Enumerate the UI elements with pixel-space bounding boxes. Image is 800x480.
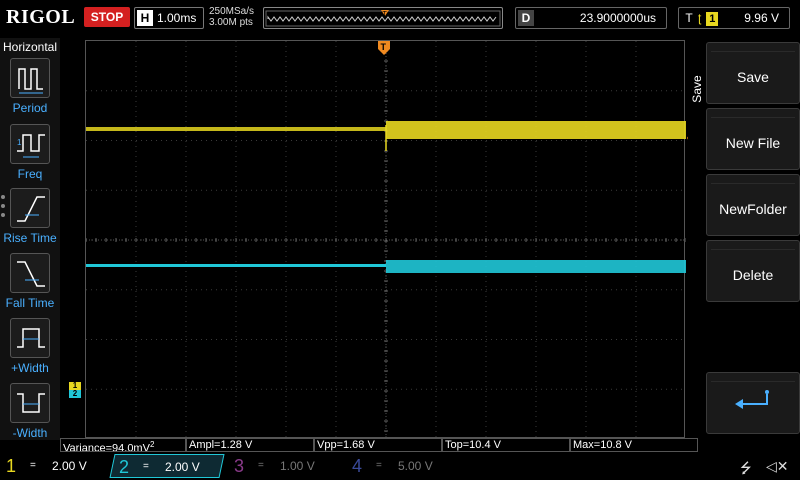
channel-2-number: 2 — [119, 457, 130, 477]
svg-text:T: T — [381, 42, 387, 52]
measure-positive-width[interactable]: +Width — [0, 318, 60, 375]
negative-width-icon — [10, 383, 50, 423]
variance-measurement[interactable]: Variance=94.0mV2 — [60, 438, 186, 452]
sample-rate: 250MSa/s — [209, 6, 255, 17]
positive-width-label: +Width — [11, 361, 49, 375]
measure-period[interactable]: Period — [0, 58, 60, 115]
measure-menu: Horizontal Period 1 Freq Rise Time Fall … — [0, 38, 60, 440]
period-icon — [10, 58, 50, 98]
return-arrow-icon — [735, 390, 769, 409]
overview-trace-icon: T — [265, 10, 501, 27]
measure-negative-width[interactable]: -Width — [0, 383, 60, 440]
waveform-overview-bar: T — [263, 7, 503, 29]
dc-coupling-icon: = — [30, 460, 36, 471]
channel-3-settings[interactable]: 3 = 1.00 V — [228, 454, 338, 478]
save-button[interactable]: Save — [706, 42, 800, 104]
svg-text:1: 1 — [17, 138, 22, 147]
svg-text:T: T — [383, 11, 388, 18]
channel-2-settings[interactable]: 2 = 2.00 V — [109, 454, 225, 478]
channel-2-scale: 2.00 V — [165, 460, 200, 474]
trigger-key: T — [685, 11, 693, 25]
memory-depth: 3.00M pts — [209, 17, 253, 28]
channel-ground-markers: 1 2 — [69, 382, 81, 398]
back-button[interactable] — [706, 372, 800, 434]
brand-logo: RIGOL — [6, 6, 76, 28]
timebase-value: 1.00ms — [157, 11, 197, 25]
channel-3-number: 3 — [234, 456, 245, 476]
dc-coupling-icon: = — [376, 460, 382, 471]
rise-time-icon — [10, 188, 50, 228]
channel-3-scale: 1.00 V — [280, 459, 315, 473]
channel-2-trace — [86, 260, 686, 273]
horizontal-timebase[interactable]: H 1.00ms — [134, 7, 204, 29]
horizontal-key: H — [137, 10, 153, 26]
delay-readout[interactable]: D 23.9000000us — [515, 7, 667, 29]
trigger-source: 1 — [706, 12, 719, 26]
graticule — [86, 41, 686, 439]
dc-coupling-icon: = — [258, 460, 264, 471]
channel-1-trace — [86, 121, 686, 151]
max-measurement[interactable]: Max=10.8 V — [570, 438, 698, 452]
channel-1-scale: 2.00 V — [52, 459, 87, 473]
amplitude-measurement[interactable]: Ampl=1.28 V — [186, 438, 314, 452]
new-folder-button[interactable]: NewFolder — [706, 174, 800, 236]
trigger-position-marker: T — [378, 41, 390, 55]
fall-time-icon — [10, 253, 50, 293]
vpp-measurement[interactable]: Vpp=1.68 V — [314, 438, 442, 452]
usb-icon: ⭍ — [740, 460, 752, 476]
delay-value: 23.9000000us — [579, 11, 656, 25]
top-measurement[interactable]: Top=10.4 V — [442, 438, 570, 452]
channel-1-settings[interactable]: 1 = 2.00 V — [0, 454, 110, 478]
new-file-button[interactable]: New File — [706, 108, 800, 170]
dc-coupling-icon: = — [143, 461, 149, 472]
channel-1-number: 1 — [6, 456, 17, 476]
delay-key: D — [518, 10, 534, 26]
measure-rise-time[interactable]: Rise Time — [0, 188, 60, 245]
trigger-readout[interactable]: Tʈ 1 9.96 V — [678, 7, 790, 29]
positive-width-icon — [10, 318, 50, 358]
save-menu-tab: Save — [690, 75, 704, 103]
run-stop-status[interactable]: STOP — [84, 7, 130, 27]
measure-fall-time[interactable]: Fall Time — [0, 253, 60, 310]
trigger-level: 9.96 V — [744, 11, 779, 25]
save-softkey-menu: Save Save New File NewFolder Delete — [688, 38, 800, 440]
channel-4-scale: 5.00 V — [398, 459, 433, 473]
sample-info: 250MSa/s 3.00M pts — [209, 6, 254, 28]
frequency-icon: 1 — [10, 124, 50, 164]
waveform-display[interactable] — [85, 40, 686, 439]
rising-edge-icon: ʈ — [698, 11, 702, 25]
channel-4-settings[interactable]: 4 = 5.00 V — [346, 454, 456, 478]
ch2-ground-marker: 2 — [69, 390, 81, 398]
delete-button[interactable]: Delete — [706, 240, 800, 302]
speaker-muted-icon[interactable]: ◁✕ — [766, 458, 789, 475]
channel-status-bar: 1 = 2.00 V 2 = 2.00 V 3 = 1.00 V 4 = 5.0… — [0, 452, 800, 480]
measure-frequency[interactable]: 1 Freq — [0, 124, 60, 181]
period-label: Period — [12, 101, 48, 115]
channel-4-number: 4 — [352, 456, 363, 476]
top-status-bar: RIGOL STOP H 1.00ms 250MSa/s 3.00M pts T … — [0, 0, 800, 38]
negative-width-label: -Width — [12, 426, 48, 440]
fall-time-label: Fall Time — [5, 296, 55, 310]
frequency-label: Freq — [17, 167, 43, 181]
measurement-results: Variance=94.0mV2 Ampl=1.28 V Vpp=1.68 V … — [60, 438, 700, 452]
rise-time-label: Rise Time — [3, 231, 57, 245]
measure-menu-title: Horizontal — [2, 40, 58, 54]
